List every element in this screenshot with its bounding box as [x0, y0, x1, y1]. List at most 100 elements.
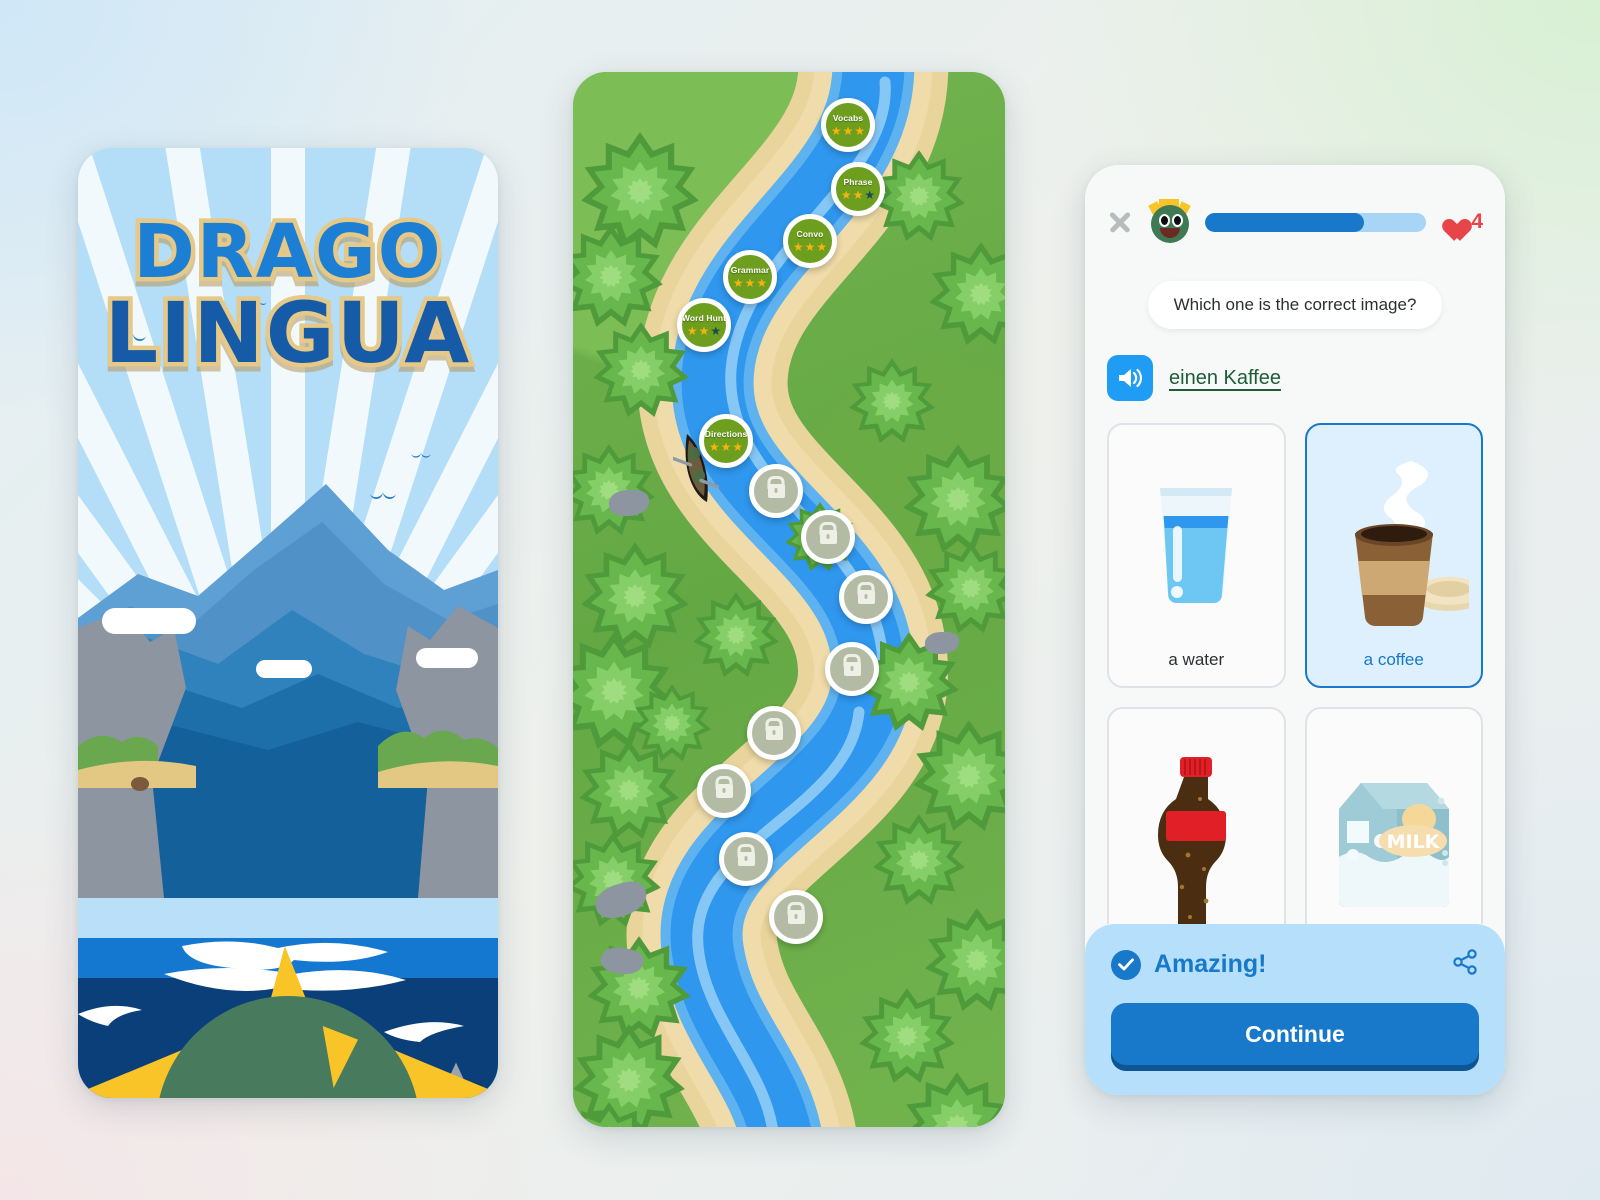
map-node-locked[interactable] [697, 764, 751, 818]
map-node-label: Grammar [730, 265, 770, 275]
map-node-locked[interactable] [801, 510, 855, 564]
star-filled-icon: ★ [756, 276, 768, 290]
map-node-locked[interactable] [749, 464, 803, 518]
feedback-footer: Amazing! Continue [1085, 924, 1505, 1095]
dragon-head [156, 996, 420, 1098]
lesson-screen-phone: 4 Which one is the correct image? einen … [1085, 165, 1505, 1095]
progress-bar[interactable] [1205, 212, 1427, 232]
map-node-word-hunt[interactable]: Word Hunt ★ ★ ★ [677, 298, 731, 352]
star-empty-icon: ★ [710, 324, 722, 338]
logo-line-1: DRAGO [129, 209, 445, 295]
map-node-locked[interactable] [839, 570, 893, 624]
star-filled-icon: ★ [698, 324, 710, 338]
logo-line-2: LINGUA [100, 283, 474, 382]
star-filled-icon: ★ [720, 440, 732, 454]
cloud [102, 608, 196, 634]
milk-carton-icon: MILK [1315, 723, 1474, 924]
tree-icon [873, 814, 965, 906]
avatar-eye [1172, 214, 1183, 227]
map-node-label: Phrase [843, 177, 873, 187]
tree-icon [573, 224, 663, 328]
lock-icon [765, 726, 783, 740]
lesson-header: 4 [1085, 165, 1505, 245]
star-filled-icon: ★ [732, 276, 744, 290]
cloud [256, 660, 312, 678]
dragon-mascot [78, 938, 498, 1098]
star-rating: ★ ★ ★ [841, 189, 875, 201]
tree-icon [903, 1072, 1005, 1127]
tree-icon [633, 684, 711, 762]
map-node-locked[interactable] [825, 642, 879, 696]
lock-icon [767, 484, 785, 498]
star-rating: ★ ★ ★ [793, 241, 827, 253]
star-filled-icon: ★ [804, 240, 816, 254]
map-node-locked[interactable] [747, 706, 801, 760]
tree-icon [925, 542, 1005, 634]
close-icon[interactable] [1105, 207, 1135, 237]
map-node-label: Directions [704, 429, 748, 439]
map-node-locked[interactable] [719, 832, 773, 886]
map-node-label: Convo [796, 229, 824, 239]
star-filled-icon: ★ [732, 440, 744, 454]
star-filled-icon: ★ [744, 276, 756, 290]
tree-icon [693, 592, 779, 678]
tree-icon [573, 444, 655, 536]
star-filled-icon: ★ [852, 188, 864, 202]
milk-text: MILK [1386, 831, 1440, 853]
star-filled-icon: ★ [686, 324, 698, 338]
prompt-row: einen Kaffee [1085, 329, 1505, 401]
bird-icon [411, 450, 431, 459]
answer-label: a coffee [1363, 650, 1424, 669]
map-node-label: Word Hunt [681, 313, 727, 323]
avatar-eye [1159, 214, 1170, 227]
map-node-convo[interactable]: Convo ★ ★ ★ [783, 214, 837, 268]
star-filled-icon: ★ [842, 124, 854, 138]
water-glass-icon [1117, 439, 1276, 644]
star-rating: ★ ★ ★ [733, 277, 767, 289]
share-icon[interactable] [1451, 948, 1479, 981]
star-filled-icon: ★ [816, 240, 828, 254]
star-filled-icon: ★ [840, 188, 852, 202]
map-node-directions[interactable]: Directions ★ ★ ★ [699, 414, 753, 468]
tree-icon [929, 242, 1005, 346]
feedback-row: Amazing! [1111, 948, 1479, 981]
hearts-counter[interactable]: 4 [1438, 210, 1483, 234]
star-rating: ★ ★ ★ [687, 325, 721, 337]
map-node-locked[interactable] [769, 890, 823, 944]
tree-icon [573, 1102, 657, 1127]
feedback-message: Amazing! [1154, 950, 1267, 978]
map-screen-phone: Vocabs ★ ★ ★ Phrase ★ ★ ★ Convo ★ ★ ★ Grammar ★ ★ ★ Word… [573, 72, 1005, 1127]
answer-card-water[interactable]: a water [1107, 423, 1286, 688]
speaker-glyph [1119, 368, 1142, 388]
lock-icon [819, 530, 837, 544]
answer-card-milk[interactable]: MILK [1304, 707, 1483, 924]
map-node-label: Vocabs [832, 113, 864, 123]
answer-card-cola[interactable] [1107, 707, 1286, 924]
dragon-avatar [1147, 199, 1193, 245]
tree-icon [903, 444, 1005, 554]
lock-icon [715, 784, 733, 798]
cola-bottle-icon [1117, 723, 1276, 924]
tree-icon [593, 322, 689, 418]
star-filled-icon: ★ [708, 440, 720, 454]
star-empty-icon: ★ [864, 188, 876, 202]
continue-button[interactable]: Continue [1111, 1003, 1479, 1065]
answer-card-coffee[interactable]: a coffee [1304, 423, 1483, 688]
answer-label: a water [1168, 650, 1225, 669]
map-node-grammar[interactable]: Grammar ★ ★ ★ [723, 250, 777, 304]
tree-icon [859, 988, 955, 1084]
star-rating: ★ ★ ★ [831, 125, 865, 137]
lock-icon [843, 662, 861, 676]
mountain-range [78, 484, 498, 898]
map-node-vocabs[interactable]: Vocabs ★ ★ ★ [821, 98, 875, 152]
star-rating: ★ ★ ★ [709, 441, 743, 453]
lock-icon [857, 590, 875, 604]
world-map: Vocabs ★ ★ ★ Phrase ★ ★ ★ Convo ★ ★ ★ Grammar ★ ★ ★ Word… [573, 72, 1005, 1127]
star-filled-icon: ★ [792, 240, 804, 254]
map-node-phrase[interactable]: Phrase ★ ★ ★ [831, 162, 885, 216]
prompt-word[interactable]: einen Kaffee [1169, 367, 1281, 390]
heart-icon [1438, 210, 1464, 234]
speaker-icon[interactable] [1107, 355, 1153, 401]
lock-icon [787, 910, 805, 924]
splash-screen-phone: DRAGO LINGUA [78, 148, 498, 1098]
